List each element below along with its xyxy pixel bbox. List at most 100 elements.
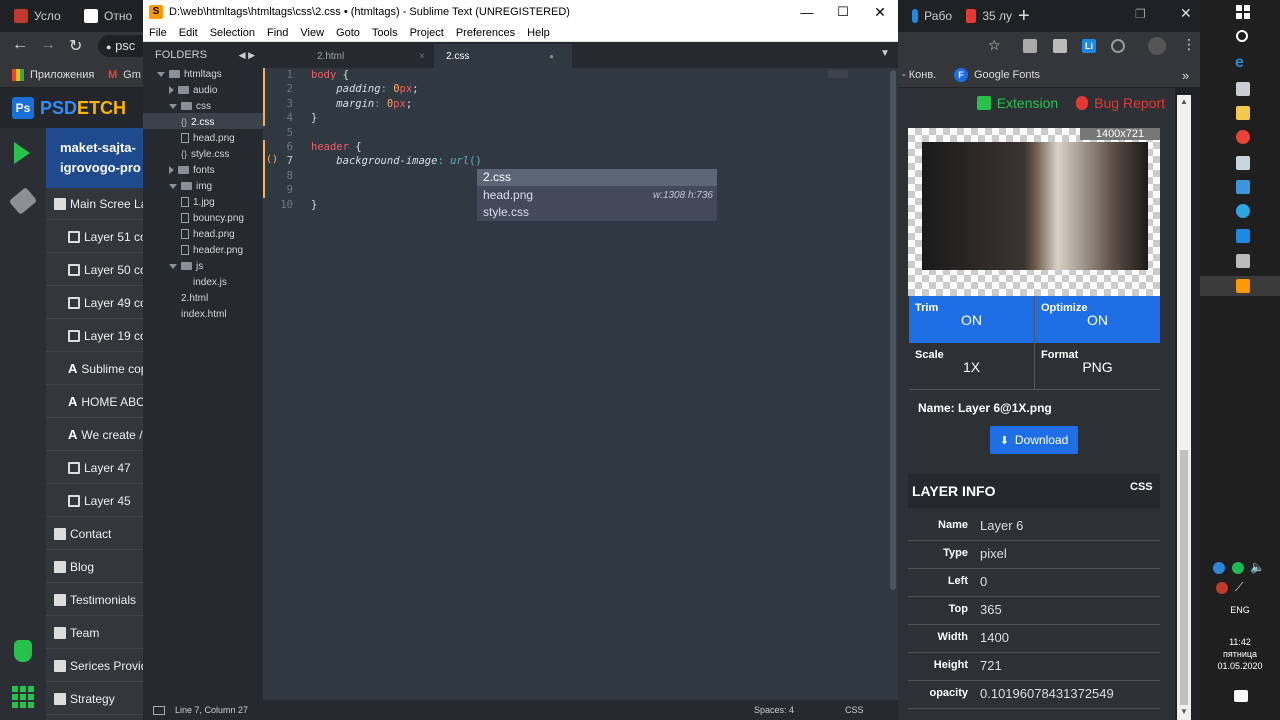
bookmarks-more[interactable]: »	[1182, 62, 1189, 88]
disclosure-down-icon[interactable]	[169, 263, 177, 269]
autocomplete-item[interactable]: head.png w:1308 h:736	[477, 187, 717, 204]
tab-2-css[interactable]: 2.css ●	[434, 44, 572, 68]
menu-item-file[interactable]: File	[149, 27, 167, 39]
psd-layer-item[interactable]: Blog	[46, 551, 143, 583]
scroll-up-arrow-icon[interactable]: ▲	[1180, 97, 1188, 106]
tab-dirty-icon[interactable]: ●	[549, 52, 554, 61]
psd-layer-item[interactable]: Layer 49 co	[46, 287, 143, 319]
tree-item[interactable]: head.png	[181, 130, 235, 146]
layer-info-value[interactable]: 0	[980, 574, 987, 589]
tab-2-html[interactable]: 2.html ×	[305, 44, 443, 68]
psd-layer-item[interactable]: Serices Provid	[46, 650, 143, 682]
tree-item[interactable]: bouncy.png	[181, 210, 244, 226]
menu-item-edit[interactable]: Edit	[179, 27, 198, 39]
autocomplete-item[interactable]: style.css	[477, 204, 717, 221]
browser-menu-icon[interactable]: ⋮	[1182, 36, 1196, 53]
tree-item[interactable]: head.png	[181, 226, 235, 242]
psd-layer-item[interactable]: A We create /	[46, 419, 143, 451]
reload-icon[interactable]: ↻	[69, 36, 82, 56]
close-button[interactable]: ✕	[862, 0, 898, 24]
psd-layer-item[interactable]: A Sublime cop	[46, 353, 143, 385]
extension-icon[interactable]	[1053, 39, 1067, 53]
tree-item[interactable]: js	[169, 258, 203, 274]
psd-layer-item[interactable]: Layer 47	[46, 452, 143, 484]
extension-icon[interactable]	[1111, 39, 1125, 53]
tree-item[interactable]: index.js	[193, 274, 227, 290]
bookmark-apps[interactable]: Приложения	[12, 62, 94, 88]
tree-item[interactable]: audio	[169, 82, 217, 98]
panel-toggle-icon[interactable]	[153, 705, 165, 715]
windows-start-icon[interactable]	[1236, 5, 1250, 19]
disclosure-down-icon[interactable]	[157, 71, 165, 77]
tree-item[interactable]: fonts	[169, 162, 215, 178]
vscode-icon[interactable]	[1236, 229, 1250, 243]
layer-info-value[interactable]: pixel	[980, 546, 1007, 561]
select-arrow-icon[interactable]	[14, 142, 30, 164]
profile-avatar[interactable]	[1148, 37, 1166, 55]
forward-arrow-icon[interactable]: →	[40, 36, 56, 54]
hand-icon[interactable]	[14, 640, 32, 662]
psd-layer-item[interactable]: Layer 50 co	[46, 254, 143, 286]
browser-tab-3[interactable]: Рабо	[898, 0, 952, 32]
tray-icon[interactable]	[1213, 562, 1225, 574]
tree-item[interactable]: index.html	[181, 306, 227, 322]
grid-icon[interactable]	[12, 686, 34, 708]
bookmark-star-icon[interactable]: ☆	[988, 37, 1001, 54]
language-indicator[interactable]: ENG	[1200, 605, 1280, 615]
spotify-icon[interactable]	[1232, 562, 1244, 574]
tree-item[interactable]: {} 2.css	[181, 114, 214, 130]
app-icon[interactable]	[1236, 156, 1250, 170]
download-button[interactable]: ⬇ Download	[990, 426, 1078, 454]
tray-icon[interactable]	[1216, 582, 1228, 594]
notifications-icon[interactable]	[1234, 690, 1248, 702]
psd-layer-item[interactable]: Layer 45	[46, 485, 143, 517]
scale-select[interactable]: Scale 1X	[909, 343, 1034, 390]
menu-item-preferences[interactable]: Preferences	[456, 27, 515, 39]
psd-layer-item[interactable]: Strategy	[46, 683, 143, 715]
editor-scrollbar-thumb[interactable]	[890, 70, 896, 590]
bug-report-link[interactable]: Bug Report	[1076, 95, 1165, 111]
page-scrollbar-thumb[interactable]	[1180, 450, 1188, 705]
psd-layer-item[interactable]: Layer 51 co	[46, 221, 143, 253]
disclosure-right-icon[interactable]	[169, 86, 174, 94]
browser-tab-1[interactable]: Усло	[0, 0, 70, 32]
disclosure-down-icon[interactable]	[169, 183, 177, 189]
layer-info-value[interactable]: 721	[980, 658, 1002, 673]
disclosure-right-icon[interactable]	[169, 166, 174, 174]
clock[interactable]: 11:42 пятница 01.05.2020	[1200, 636, 1280, 672]
tree-item[interactable]: htmltags	[157, 66, 222, 82]
mail-icon[interactable]	[1236, 180, 1250, 194]
psd-layer-item[interactable]: Team	[46, 617, 143, 649]
psd-layer-item[interactable]: Layer 19 co	[46, 320, 143, 352]
notepad-icon[interactable]	[1236, 254, 1250, 268]
volume-icon[interactable]: 🔈	[1250, 560, 1265, 574]
tree-item[interactable]: header.png	[181, 242, 243, 258]
tree-item[interactable]: img	[169, 178, 212, 194]
layer-info-value[interactable]: 0.10196078431372549	[980, 686, 1114, 701]
psd-layer-item[interactable]: Contact	[46, 518, 143, 550]
address-bar[interactable]: ● psc	[98, 35, 143, 57]
extension-icon[interactable]	[1023, 39, 1037, 53]
folder-icon[interactable]	[1236, 106, 1250, 120]
chrome-icon[interactable]	[1236, 130, 1250, 144]
back-arrow-icon[interactable]: ←	[12, 36, 28, 54]
sublime-taskbar-icon[interactable]	[1236, 279, 1250, 293]
menu-item-goto[interactable]: Goto	[336, 27, 360, 39]
autocomplete-item[interactable]: 2.css	[477, 169, 717, 186]
telegram-icon[interactable]	[1236, 204, 1250, 218]
trim-toggle[interactable]: Trim ON	[909, 296, 1034, 343]
taskview-icon[interactable]	[1236, 82, 1250, 96]
menu-item-view[interactable]: View	[300, 27, 324, 39]
psd-layer-item[interactable]: Testimonials	[46, 584, 143, 616]
minimize-button[interactable]: —	[789, 0, 825, 24]
indentation-status[interactable]: Spaces: 4	[754, 705, 794, 715]
scroll-down-arrow-icon[interactable]: ▼	[1180, 707, 1188, 716]
tab-overflow-chevron-down-icon[interactable]: ▼	[880, 48, 890, 59]
extension-li-icon[interactable]: Li	[1082, 39, 1096, 53]
browser-tab-4[interactable]: 35 лу	[952, 0, 1012, 32]
search-icon[interactable]	[1236, 30, 1248, 42]
bookmark-konv[interactable]: - Конв.	[902, 62, 936, 88]
menu-item-help[interactable]: Help	[527, 27, 550, 39]
menu-item-tools[interactable]: Tools	[372, 27, 398, 39]
format-select[interactable]: Format PNG	[1035, 343, 1160, 390]
